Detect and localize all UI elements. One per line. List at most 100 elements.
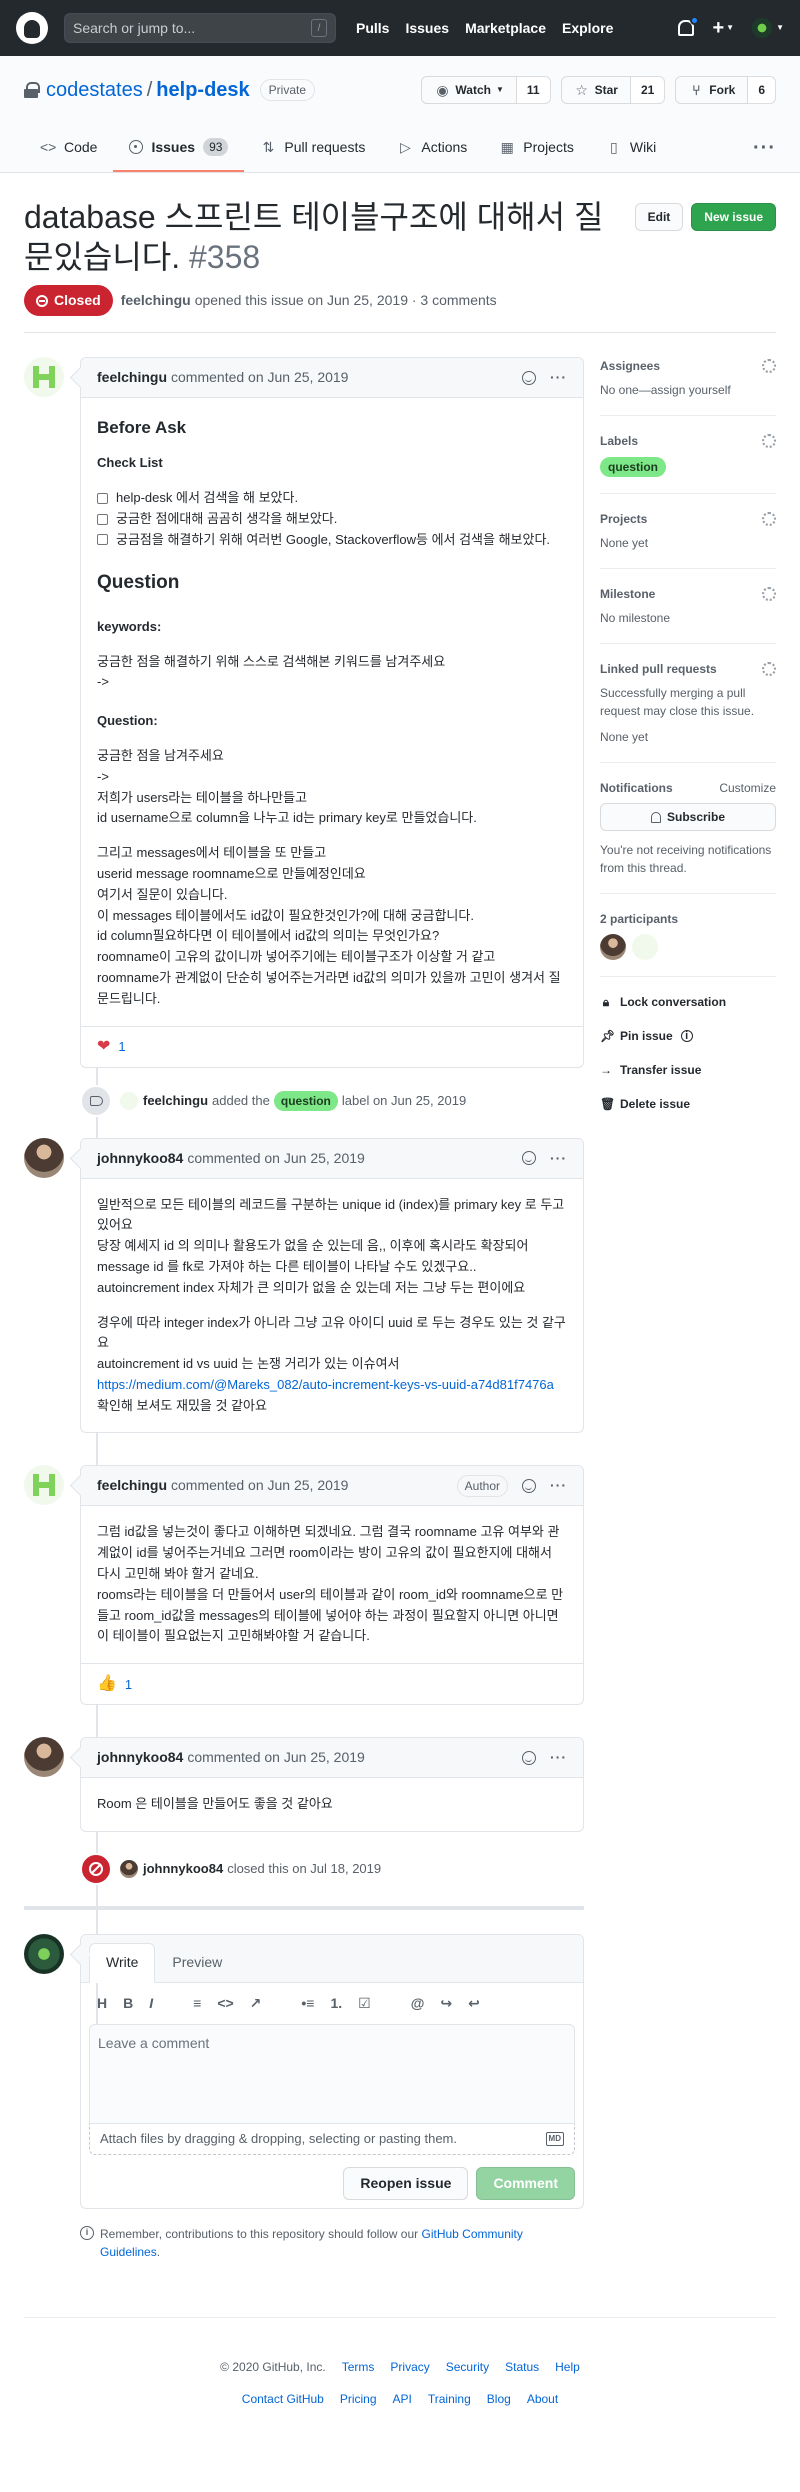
delete-issue[interactable]: 🗑︎ Delete issue bbox=[600, 1095, 776, 1113]
fork-count[interactable]: 6 bbox=[748, 76, 776, 104]
edit-title-button[interactable]: Edit bbox=[634, 203, 684, 231]
comment-author[interactable]: feelchingu bbox=[97, 367, 167, 388]
heart-reaction-icon[interactable]: ❤ bbox=[97, 1035, 110, 1059]
participant-avatar[interactable] bbox=[600, 934, 626, 960]
footer-link-about[interactable]: About bbox=[527, 2390, 558, 2408]
avatar[interactable] bbox=[24, 1137, 64, 1178]
thumbs-up-reaction-icon[interactable]: 👍 bbox=[97, 1672, 117, 1696]
footer-link-contact[interactable]: Contact GitHub bbox=[242, 2390, 324, 2408]
add-reaction-icon[interactable] bbox=[522, 1151, 536, 1166]
github-logo-icon[interactable] bbox=[16, 12, 48, 44]
lock-conversation[interactable]: 🔒︎ Lock conversation bbox=[600, 993, 776, 1011]
star-count[interactable]: 21 bbox=[630, 76, 666, 104]
comment-textarea[interactable]: Leave a comment bbox=[89, 2024, 575, 2125]
task-checkbox[interactable] bbox=[97, 513, 108, 525]
tab-issues[interactable]: Issues 93 bbox=[113, 124, 245, 172]
task-list-icon[interactable]: ☑ bbox=[358, 1993, 371, 2014]
reaction-count[interactable]: 1 bbox=[118, 1037, 125, 1057]
footer-link-terms[interactable]: Terms bbox=[342, 2358, 375, 2376]
gear-icon[interactable] bbox=[762, 512, 776, 526]
footer-link-pricing[interactable]: Pricing bbox=[340, 2390, 377, 2408]
avatar[interactable] bbox=[120, 1860, 138, 1879]
issue-author[interactable]: feelchingu bbox=[121, 290, 191, 311]
task-checkbox[interactable] bbox=[97, 534, 108, 546]
new-issue-button[interactable]: New issue bbox=[691, 203, 776, 231]
footer-link-help[interactable]: Help bbox=[555, 2358, 580, 2376]
task-checkbox[interactable] bbox=[97, 492, 108, 504]
bold-icon[interactable]: B bbox=[123, 1993, 133, 2014]
comment-button[interactable]: Comment bbox=[476, 2166, 575, 2200]
tab-wiki[interactable]: ▯ Wiki bbox=[590, 124, 672, 172]
gear-icon[interactable] bbox=[762, 434, 776, 448]
comment-author[interactable]: feelchingu bbox=[97, 1475, 167, 1496]
footer-link-blog[interactable]: Blog bbox=[487, 2390, 511, 2408]
comment-date[interactable]: commented on Jun 25, 2019 bbox=[187, 1148, 364, 1169]
add-reaction-icon[interactable] bbox=[522, 370, 536, 385]
tab-projects[interactable]: ▦ Projects bbox=[483, 124, 590, 172]
code-icon[interactable]: <> bbox=[217, 1993, 233, 2014]
footer-link-training[interactable]: Training bbox=[428, 2390, 471, 2408]
gear-icon[interactable] bbox=[762, 587, 776, 601]
create-new-menu[interactable]: + ▼ bbox=[712, 13, 734, 43]
tab-preview[interactable]: Preview bbox=[155, 1943, 239, 1982]
tab-actions[interactable]: ▷ Actions bbox=[381, 124, 483, 172]
footer-link-api[interactable]: API bbox=[393, 2390, 412, 2408]
question-label-badge[interactable]: question bbox=[273, 1090, 338, 1111]
add-reaction-icon[interactable] bbox=[522, 1478, 536, 1493]
comment-menu-icon[interactable]: ··· bbox=[550, 1148, 567, 1169]
search-input[interactable]: Search or jump to... / bbox=[64, 13, 336, 43]
repo-name-link[interactable]: help-desk bbox=[156, 79, 249, 101]
comment-author[interactable]: johnnykoo84 bbox=[97, 1747, 183, 1768]
event-actor[interactable]: johnnykoo84 bbox=[143, 1859, 223, 1879]
question-label-badge[interactable]: question bbox=[600, 457, 666, 477]
comment-date[interactable]: commented on Jun 25, 2019 bbox=[171, 1475, 348, 1496]
watch-button[interactable]: ◉ Watch ▼ bbox=[421, 76, 517, 104]
nav-issues[interactable]: Issues bbox=[405, 18, 449, 39]
repo-owner-link[interactable]: codestates bbox=[46, 79, 143, 101]
comment-menu-icon[interactable]: ··· bbox=[550, 1747, 567, 1768]
comment-date[interactable]: commented on Jun 25, 2019 bbox=[171, 367, 348, 388]
quote-icon[interactable]: ≡ bbox=[193, 1993, 201, 2014]
numbered-list-icon[interactable]: 1. bbox=[330, 1993, 342, 2014]
footer-link-security[interactable]: Security bbox=[446, 2358, 489, 2376]
user-menu[interactable]: ▼ bbox=[752, 18, 784, 38]
avatar[interactable] bbox=[120, 1091, 138, 1110]
attach-files-hint[interactable]: Attach files by dragging & dropping, sel… bbox=[89, 2124, 575, 2155]
assignees-value[interactable]: No one—assign yourself bbox=[600, 381, 776, 399]
bullet-list-icon[interactable]: •≡ bbox=[301, 1993, 314, 2014]
more-tabs-icon[interactable]: ··· bbox=[753, 133, 776, 163]
tab-write[interactable]: Write bbox=[89, 1943, 156, 1984]
gear-icon[interactable] bbox=[762, 359, 776, 373]
avatar[interactable] bbox=[24, 1465, 64, 1506]
markdown-icon[interactable]: MD bbox=[545, 2131, 564, 2146]
footer-link-privacy[interactable]: Privacy bbox=[390, 2358, 429, 2376]
italic-icon[interactable]: I bbox=[149, 1993, 153, 2014]
subscribe-button[interactable]: Subscribe bbox=[600, 803, 776, 831]
participant-avatar[interactable] bbox=[632, 934, 658, 960]
avatar[interactable] bbox=[24, 357, 64, 397]
event-actor[interactable]: feelchingu bbox=[143, 1091, 208, 1111]
comment-author[interactable]: johnnykoo84 bbox=[97, 1148, 183, 1169]
medium-article-link[interactable]: https://medium.com/@Mareks_082/auto-incr… bbox=[97, 1377, 554, 1392]
watch-count[interactable]: 11 bbox=[516, 76, 551, 104]
heading-icon[interactable]: H bbox=[97, 1993, 107, 2014]
saved-reply-icon[interactable]: ↩ bbox=[468, 1993, 480, 2014]
reopen-issue-button[interactable]: Reopen issue bbox=[343, 2166, 469, 2200]
tab-code[interactable]: <> Code bbox=[24, 124, 113, 172]
nav-pulls[interactable]: Pulls bbox=[356, 18, 389, 39]
mention-icon[interactable]: @ bbox=[411, 1993, 425, 2014]
pin-issue[interactable]: 📌︎ Pin issue i bbox=[600, 1027, 776, 1045]
cross-reference-icon[interactable]: ↪ bbox=[440, 1993, 452, 2014]
fork-button[interactable]: ⑂ Fork bbox=[675, 76, 749, 104]
nav-marketplace[interactable]: Marketplace bbox=[465, 18, 546, 39]
star-button[interactable]: ☆ Star bbox=[560, 76, 631, 104]
add-reaction-icon[interactable] bbox=[522, 1750, 536, 1765]
avatar[interactable] bbox=[24, 1737, 64, 1778]
transfer-issue[interactable]: → Transfer issue bbox=[600, 1061, 776, 1079]
comment-menu-icon[interactable]: ··· bbox=[550, 1475, 567, 1496]
footer-link-status[interactable]: Status bbox=[505, 2358, 539, 2376]
comment-date[interactable]: commented on Jun 25, 2019 bbox=[187, 1747, 364, 1768]
customize-link[interactable]: Customize bbox=[719, 779, 776, 797]
link-icon[interactable]: ↗ bbox=[250, 1993, 262, 2014]
notifications-bell-icon[interactable] bbox=[678, 16, 700, 36]
